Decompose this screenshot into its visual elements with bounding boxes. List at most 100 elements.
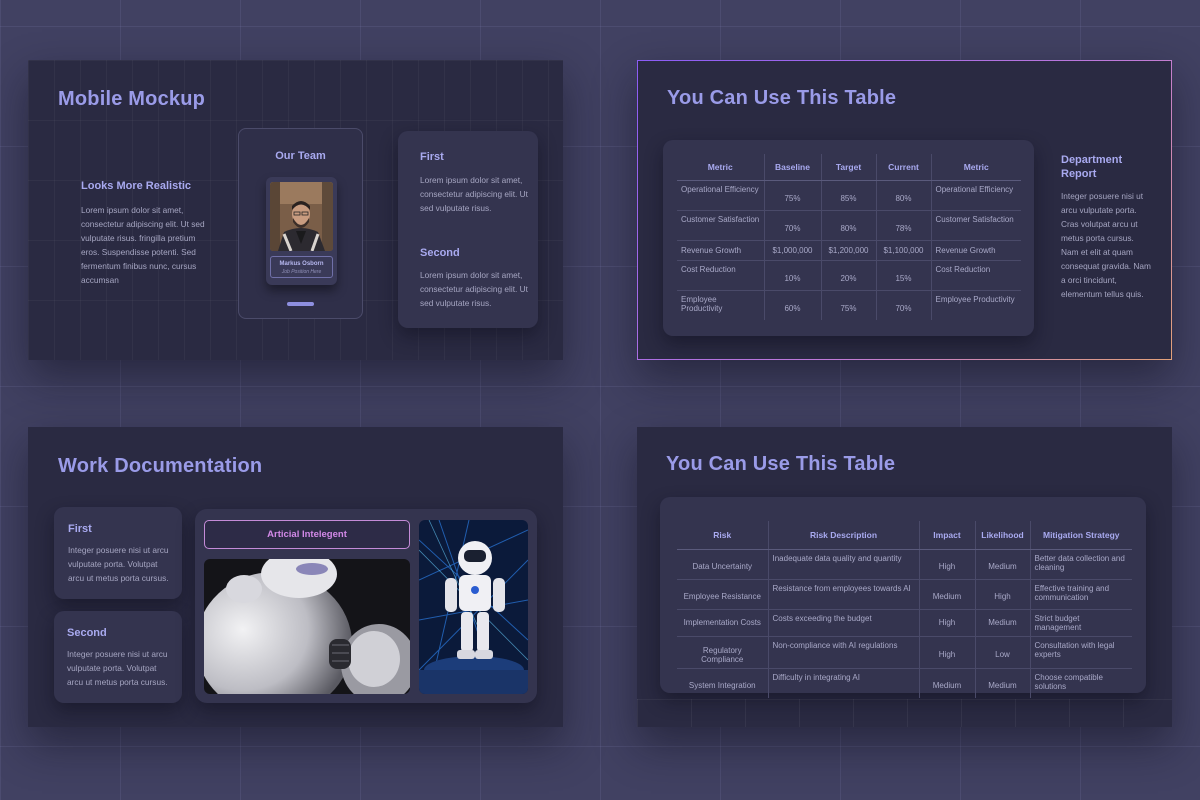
team-member-card: Markus Osborn Job Position Here — [266, 177, 337, 285]
table-row: Cost Reduction 10% 20% 15% Cost Reductio… — [677, 260, 1021, 291]
table-cell: 70% — [875, 290, 931, 320]
second-text: Lorem ipsum dolor sit amet, consectetur … — [420, 270, 528, 308]
column-header: Mitigation Strategy — [1029, 521, 1132, 550]
slide-mobile-mockup[interactable]: Mobile Mockup Looks More Realistic Lorem… — [28, 60, 563, 360]
table-cell: Medium — [974, 609, 1030, 637]
table-cell: 10% — [763, 260, 821, 291]
table-cell: 80% — [875, 180, 931, 211]
metrics-table: Metric Baseline Target Current Metric Op… — [677, 154, 1021, 320]
info-card: First Lorem ipsum dolor sit amet, consec… — [398, 131, 538, 328]
info-card-first: First Integer posuere nisi ut arcu vulpu… — [54, 507, 182, 599]
table-cell: 85% — [820, 180, 876, 211]
table-row: Data Uncertainty Inadequate data quality… — [677, 549, 1132, 580]
team-member-photo — [270, 182, 333, 251]
name-box: Markus Osborn Job Position Here — [270, 256, 333, 278]
table-cell: Effective training and communication — [1029, 579, 1132, 610]
table-row: Employee Productivity 60% 75% 70% Employ… — [677, 290, 1021, 320]
table-cell: Customer Satisfaction — [930, 210, 1021, 241]
slide-title: You Can Use This Table — [667, 87, 897, 109]
home-indicator — [287, 302, 314, 306]
column-header: Risk — [677, 521, 768, 550]
slide-title: Work Documentation — [58, 455, 263, 477]
table-cell: High — [918, 636, 975, 669]
column-header: Target — [820, 154, 876, 181]
card-heading: First — [68, 523, 92, 535]
table-cell: Choose compatible solutions — [1029, 668, 1132, 698]
table-cell: Medium — [974, 549, 1030, 580]
phone-heading: Our Team — [275, 150, 326, 162]
table-cell: 70% — [763, 210, 821, 241]
member-name: Markus Osborn — [279, 261, 324, 267]
table-cell: 75% — [820, 290, 876, 320]
label-text: Articial Intelegent — [267, 529, 347, 540]
table-cell: Costs exceeding the budget — [767, 609, 919, 637]
robot-closeup-image — [204, 559, 410, 694]
table-row: Customer Satisfaction 70% 80% 78% Custom… — [677, 210, 1021, 241]
table-cell: Resistance from employees towards AI — [767, 579, 919, 610]
table-row: Employee Resistance Resistance from empl… — [677, 579, 1132, 610]
table-card: Metric Baseline Target Current Metric Op… — [663, 140, 1034, 336]
table-cell: Better data collection and cleaning — [1029, 549, 1132, 580]
table-cell: Inadequate data quality and quantity — [767, 549, 919, 580]
table-cell: Medium — [918, 668, 975, 698]
table-cell: High — [974, 579, 1030, 610]
table-cell: 15% — [875, 260, 931, 291]
table-cell: High — [918, 609, 975, 637]
card-heading: Second — [67, 627, 107, 639]
table-cell: Low — [974, 636, 1030, 669]
column-header: Baseline — [763, 154, 821, 181]
table-cell: Data Uncertainty — [677, 549, 768, 580]
table-row: Revenue Growth $1,000,000 $1,200,000 $1,… — [677, 240, 1021, 261]
robot-figure-image — [419, 520, 528, 694]
card-text: Integer posuere nisi ut arcu vulputate p… — [68, 545, 169, 583]
table-cell: Non-compliance with AI regulations — [767, 636, 919, 669]
slide-risk-table[interactable]: You Can Use This Table Risk Risk Descrip… — [637, 427, 1172, 727]
risk-table: Risk Risk Description Impact Likelihood … — [677, 521, 1132, 698]
table-header-row: Risk Risk Description Impact Likelihood … — [677, 521, 1132, 550]
table-cell: Strict budget management — [1029, 609, 1132, 637]
member-position: Job Position Here — [281, 269, 322, 275]
slide-work-documentation[interactable]: Work Documentation First Integer posuere… — [28, 427, 563, 727]
table-cell: Difficulty in integrating AI — [767, 668, 919, 698]
table-cell: Customer Satisfaction — [677, 210, 764, 241]
table-cell: System Integration — [688, 681, 756, 691]
left-text: Lorem ipsum dolor sit amet, consectetur … — [81, 205, 205, 285]
slide-title: You Can Use This Table — [666, 453, 896, 475]
left-heading: Looks More Realistic — [81, 180, 192, 192]
label-box: Articial Intelegent — [204, 520, 410, 549]
table-header-row: Metric Baseline Target Current Metric — [677, 154, 1021, 181]
table-cell: Cost Reduction — [677, 260, 764, 291]
table-cell: $1,100,000 — [875, 240, 931, 261]
table-cell: $1,200,000 — [820, 240, 876, 261]
table-cell: Implementation Costs — [677, 609, 768, 637]
table-cell: Revenue Growth — [930, 240, 1021, 261]
table-cell: 80% — [820, 210, 876, 241]
first-text: Lorem ipsum dolor sit amet, consectetur … — [420, 175, 528, 213]
second-heading: Second — [420, 247, 460, 259]
table-cell: Medium — [918, 579, 975, 610]
table-row: Operational Efficiency 75% 85% 80% Opera… — [677, 180, 1021, 211]
decorative-grid — [637, 699, 1172, 727]
image-panel: Articial Intelegent — [195, 509, 537, 703]
table-cell: Cost Reduction — [930, 260, 1021, 291]
table-row: Implementation Costs Costs exceeding the… — [677, 609, 1132, 637]
table-cell: 20% — [820, 260, 876, 291]
table-cell: $1,000,000 — [763, 240, 821, 261]
table-cell: Operational Efficiency — [930, 180, 1021, 211]
column-header: Impact — [918, 521, 975, 550]
table-cell: Regulatory Compliance — [677, 636, 768, 669]
table-cell: High — [918, 549, 975, 580]
slide-metrics-table[interactable]: You Can Use This Table Metric Baseline T… — [637, 60, 1172, 360]
first-heading: First — [420, 151, 444, 163]
side-text: Integer posuere nisi ut arcu vulputate p… — [1061, 191, 1151, 299]
table-cell: 75% — [763, 180, 821, 211]
phone-mockup: Our Team Markus Osborn Job Position Here — [238, 128, 363, 319]
column-header: Current — [875, 154, 931, 181]
info-card-second: Second Integer posuere nisi ut arcu vulp… — [54, 611, 182, 703]
table-row: Regulatory Compliance Non-compliance wit… — [677, 636, 1132, 669]
table-cell: Consultation with legal experts — [1029, 636, 1132, 669]
table-cell: Employee Productivity — [930, 290, 1021, 320]
table-cell: Revenue Growth — [677, 240, 764, 261]
table-cell: 60% — [763, 290, 821, 320]
table-cell: Employee Productivity — [681, 294, 723, 313]
